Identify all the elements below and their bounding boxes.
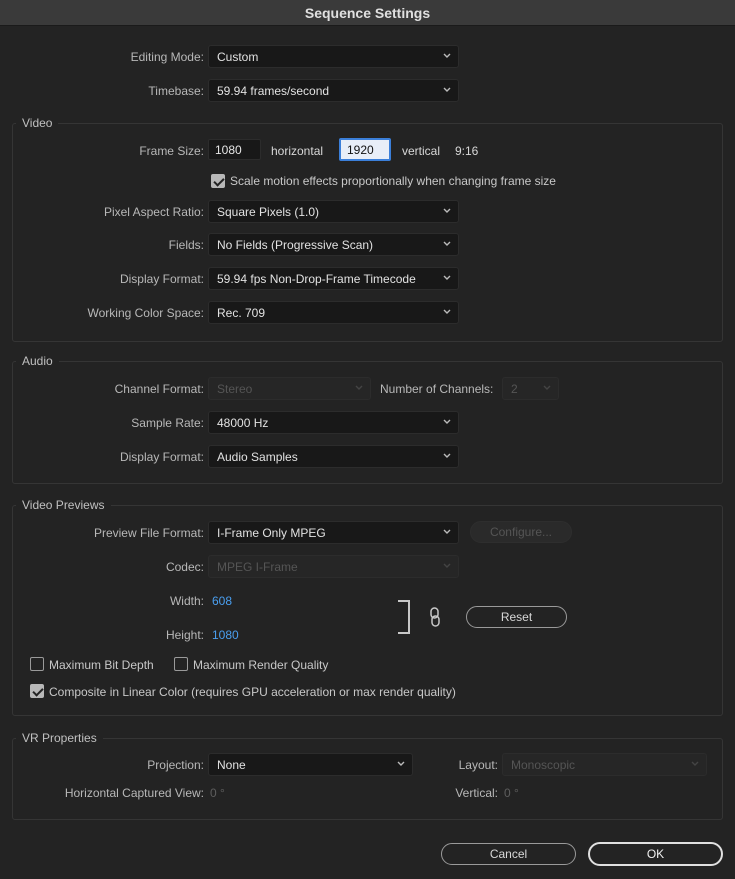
scale-motion-checkbox[interactable] xyxy=(211,174,225,188)
timebase-value: 59.94 frames/second xyxy=(217,83,330,98)
configure-button[interactable]: Configure... xyxy=(470,521,572,543)
chevron-down-icon xyxy=(690,757,700,771)
chevron-down-icon xyxy=(442,525,452,539)
layout-value: Monoscopic xyxy=(511,757,576,772)
codec-dropdown[interactable]: MPEG I-Frame xyxy=(208,555,459,578)
frame-height-input[interactable]: 1920 xyxy=(339,138,391,161)
window-title: Sequence Settings xyxy=(0,0,735,26)
sample-rate-dropdown[interactable]: 48000 Hz xyxy=(208,411,459,434)
chevron-down-icon xyxy=(442,449,452,463)
pixel-aspect-dropdown[interactable]: Square Pixels (1.0) xyxy=(208,200,459,223)
video-previews-section-label: Video Previews xyxy=(16,498,111,512)
projection-value: None xyxy=(217,757,246,772)
fields-value: No Fields (Progressive Scan) xyxy=(217,237,374,252)
chevron-down-icon xyxy=(396,757,406,771)
editing-mode-value: Custom xyxy=(217,49,259,64)
video-display-format-label: Display Format: xyxy=(119,272,204,286)
ok-button[interactable]: OK xyxy=(588,842,723,866)
preview-file-format-value: I-Frame Only MPEG xyxy=(217,525,326,540)
channel-format-label: Channel Format: xyxy=(114,382,204,396)
reset-button[interactable]: Reset xyxy=(466,606,567,628)
link-bracket xyxy=(398,600,410,634)
sample-rate-label: Sample Rate: xyxy=(131,416,204,430)
max-render-quality-checkbox[interactable] xyxy=(174,657,188,671)
horizontal-label: horizontal xyxy=(271,144,324,158)
audio-section-label: Audio xyxy=(16,354,59,368)
vr-properties-section-label: VR Properties xyxy=(16,731,103,745)
pixel-aspect-value: Square Pixels (1.0) xyxy=(217,204,320,219)
horizontal-captured-view-value[interactable]: 0 ° xyxy=(210,786,225,800)
fields-label: Fields: xyxy=(168,238,204,252)
projection-dropdown[interactable]: None xyxy=(208,753,413,776)
color-space-label: Working Color Space: xyxy=(87,306,205,320)
link-chain-icon[interactable] xyxy=(428,607,442,630)
audio-display-format-dropdown[interactable]: Audio Samples xyxy=(208,445,459,468)
chevron-down-icon xyxy=(442,305,452,319)
frame-size-label: Frame Size: xyxy=(139,144,204,158)
chevron-down-icon xyxy=(542,381,552,395)
preview-height-value[interactable]: 1080 xyxy=(212,628,239,642)
frame-width-input[interactable]: 1080 xyxy=(208,139,261,160)
num-channels-dropdown[interactable]: 2 xyxy=(502,377,559,400)
vertical-view-value[interactable]: 0 ° xyxy=(504,786,519,800)
linear-color-checkbox[interactable] xyxy=(30,684,44,698)
channel-format-dropdown[interactable]: Stereo xyxy=(208,377,371,400)
pixel-aspect-label: Pixel Aspect Ratio: xyxy=(103,205,204,219)
num-channels-label: Number of Channels: xyxy=(380,382,494,396)
preview-file-format-dropdown[interactable]: I-Frame Only MPEG xyxy=(208,521,459,544)
timebase-label: Timebase: xyxy=(148,84,204,98)
preview-file-format-label: Preview File Format: xyxy=(93,526,204,540)
vr-properties-group xyxy=(12,738,723,820)
editing-mode-label: Editing Mode: xyxy=(130,50,204,64)
video-display-format-value: 59.94 fps Non-Drop-Frame Timecode xyxy=(217,271,416,286)
chevron-down-icon xyxy=(442,559,452,573)
scale-motion-label: Scale motion effects proportionally when… xyxy=(230,174,556,188)
preview-width-label: Width: xyxy=(169,594,204,608)
color-space-dropdown[interactable]: Rec. 709 xyxy=(208,301,459,324)
timebase-dropdown[interactable]: 59.94 frames/second xyxy=(208,79,459,102)
cancel-button[interactable]: Cancel xyxy=(441,843,576,865)
editing-mode-dropdown[interactable]: Custom xyxy=(208,45,459,68)
horizontal-captured-view-label: Horizontal Captured View: xyxy=(64,786,204,800)
max-render-quality-label: Maximum Render Quality xyxy=(193,658,329,672)
layout-dropdown[interactable]: Monoscopic xyxy=(502,753,707,776)
color-space-value: Rec. 709 xyxy=(217,305,266,320)
preview-width-value[interactable]: 608 xyxy=(212,594,232,608)
vertical-view-label: Vertical: xyxy=(455,786,498,800)
sample-rate-value: 48000 Hz xyxy=(217,415,269,430)
num-channels-value: 2 xyxy=(511,381,518,396)
chevron-down-icon xyxy=(442,83,452,97)
chevron-down-icon xyxy=(442,49,452,63)
chevron-down-icon xyxy=(442,237,452,251)
codec-value: MPEG I-Frame xyxy=(217,559,298,574)
chevron-down-icon xyxy=(442,271,452,285)
preview-height-label: Height: xyxy=(165,628,204,642)
linear-color-label: Composite in Linear Color (requires GPU … xyxy=(49,685,456,699)
aspect-ratio-text: 9:16 xyxy=(455,144,479,158)
audio-display-format-value: Audio Samples xyxy=(217,449,298,464)
chevron-down-icon xyxy=(354,381,364,395)
fields-dropdown[interactable]: No Fields (Progressive Scan) xyxy=(208,233,459,256)
video-display-format-dropdown[interactable]: 59.94 fps Non-Drop-Frame Timecode xyxy=(208,267,459,290)
codec-label: Codec: xyxy=(165,560,204,574)
audio-display-format-label: Display Format: xyxy=(119,450,204,464)
channel-format-value: Stereo xyxy=(217,381,253,396)
layout-label: Layout: xyxy=(458,758,498,772)
vertical-label: vertical xyxy=(402,144,441,158)
max-bit-depth-label: Maximum Bit Depth xyxy=(49,658,154,672)
projection-label: Projection: xyxy=(147,758,204,772)
max-bit-depth-checkbox[interactable] xyxy=(30,657,44,671)
chevron-down-icon xyxy=(442,204,452,218)
video-section-label: Video xyxy=(16,116,59,130)
chevron-down-icon xyxy=(442,415,452,429)
